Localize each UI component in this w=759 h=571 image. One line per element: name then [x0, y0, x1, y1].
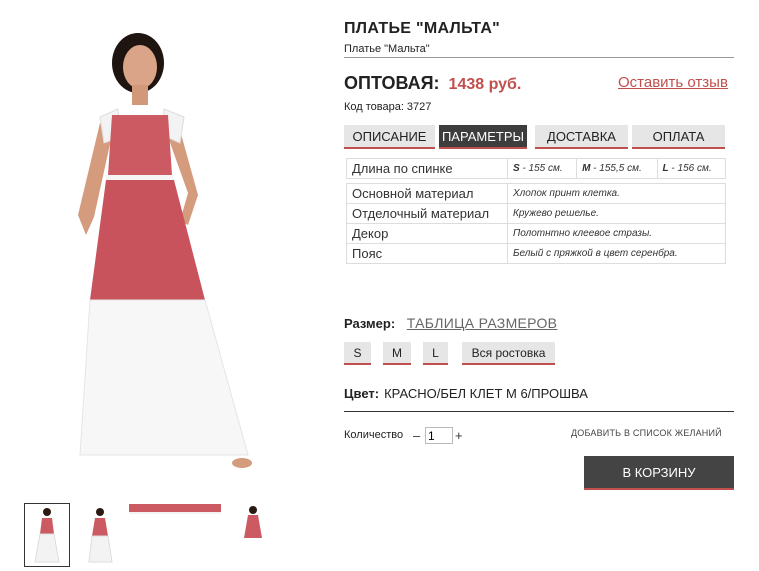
size-option-m[interactable]: M	[383, 342, 411, 365]
quantity-increase-button[interactable]: +	[455, 428, 463, 443]
quantity-decrease-button[interactable]: –	[413, 428, 420, 443]
thumbnail-3[interactable]	[129, 504, 221, 514]
thumbnail-strip	[24, 503, 285, 568]
product-tabs: ОПИСАНИЕ ПАРАМЕТРЫ ДОСТАВКА ОПЛАТА	[344, 125, 734, 149]
param-value: Хлопок принт клетка.	[507, 183, 726, 204]
length-value-m: M - 155,5 см.	[576, 158, 658, 179]
color-label: Цвет:	[344, 386, 380, 401]
leave-review-link[interactable]: Оставить отзыв	[618, 74, 728, 91]
size-option-all[interactable]: Вся ростовка	[462, 342, 555, 365]
price-value: 1438 руб.	[448, 76, 522, 93]
size-option-s[interactable]: S	[344, 342, 371, 365]
size-option-l[interactable]: L	[423, 342, 448, 365]
thumbnail-4[interactable]	[239, 504, 267, 540]
quantity-input[interactable]	[425, 427, 453, 444]
thumbnail-1[interactable]	[24, 503, 70, 567]
color-divider	[344, 411, 734, 412]
length-row: Длина по спинке S - 155 см. M - 155,5 см…	[346, 158, 727, 179]
param-row: Отделочный материал Кружево решелье.	[346, 203, 726, 224]
price-label: ОПТОВАЯ:	[344, 73, 440, 93]
sku-label: Код товара:	[344, 101, 404, 113]
price-row: ОПТОВАЯ: 1438 руб.	[344, 73, 521, 94]
length-value-l: L - 156 см.	[656, 158, 727, 179]
param-label: Длина по спинке	[346, 158, 508, 179]
param-row: Пояс Белый с пряжкой в цвет серенбра.	[346, 243, 726, 264]
size-label: Размер:	[344, 316, 396, 331]
add-to-wishlist-link[interactable]: ДОБАВИТЬ В СПИСОК ЖЕЛАНИЙ	[571, 428, 722, 438]
product-main-photo[interactable]	[60, 25, 275, 480]
product-title: ПЛАТЬЕ "МАЛЬТА"	[344, 20, 501, 37]
tab-parameters[interactable]: ПАРАМЕТРЫ	[439, 125, 527, 149]
param-value: Полотнтно клеевое стразы.	[507, 223, 726, 244]
param-label: Отделочный материал	[346, 203, 508, 224]
size-table-link[interactable]: ТАБЛИЦА РАЗМЕРОВ	[407, 315, 558, 331]
length-value-s: S - 155 см.	[506, 158, 578, 179]
param-value: Белый с пряжкой в цвет серенбра.	[507, 243, 726, 264]
color-row: Цвет: КРАСНО/БЕЛ КЛЕТ М 6/ПРОШВА	[344, 386, 588, 401]
param-row: Декор Полотнтно клеевое стразы.	[346, 223, 726, 244]
param-row: Основной материал Хлопок принт клетка.	[346, 183, 726, 204]
param-label: Декор	[346, 223, 508, 244]
thumbnail-2[interactable]	[83, 504, 117, 566]
tab-delivery[interactable]: ДОСТАВКА	[535, 125, 628, 149]
product-subtitle: Платье "Мальта"	[344, 43, 430, 55]
add-to-cart-button[interactable]: В КОРЗИНУ	[584, 456, 734, 490]
param-label: Основной материал	[346, 183, 508, 204]
tab-payment[interactable]: ОПЛАТА	[632, 125, 725, 149]
sku-value: 3727	[406, 101, 432, 113]
tab-description[interactable]: ОПИСАНИЕ	[344, 125, 435, 149]
size-row: Размер: ТАБЛИЦА РАЗМЕРОВ	[344, 315, 557, 331]
param-value: Кружево решелье.	[507, 203, 726, 224]
param-label: Пояс	[346, 243, 508, 264]
title-divider	[344, 57, 734, 58]
parameters-table: Длина по спинке S - 155 см. M - 155,5 см…	[346, 158, 727, 264]
quantity-label: Количество	[344, 429, 404, 441]
product-sku: Код товара: 3727	[344, 101, 431, 113]
color-value: КРАСНО/БЕЛ КЛЕТ М 6/ПРОШВА	[384, 386, 588, 401]
